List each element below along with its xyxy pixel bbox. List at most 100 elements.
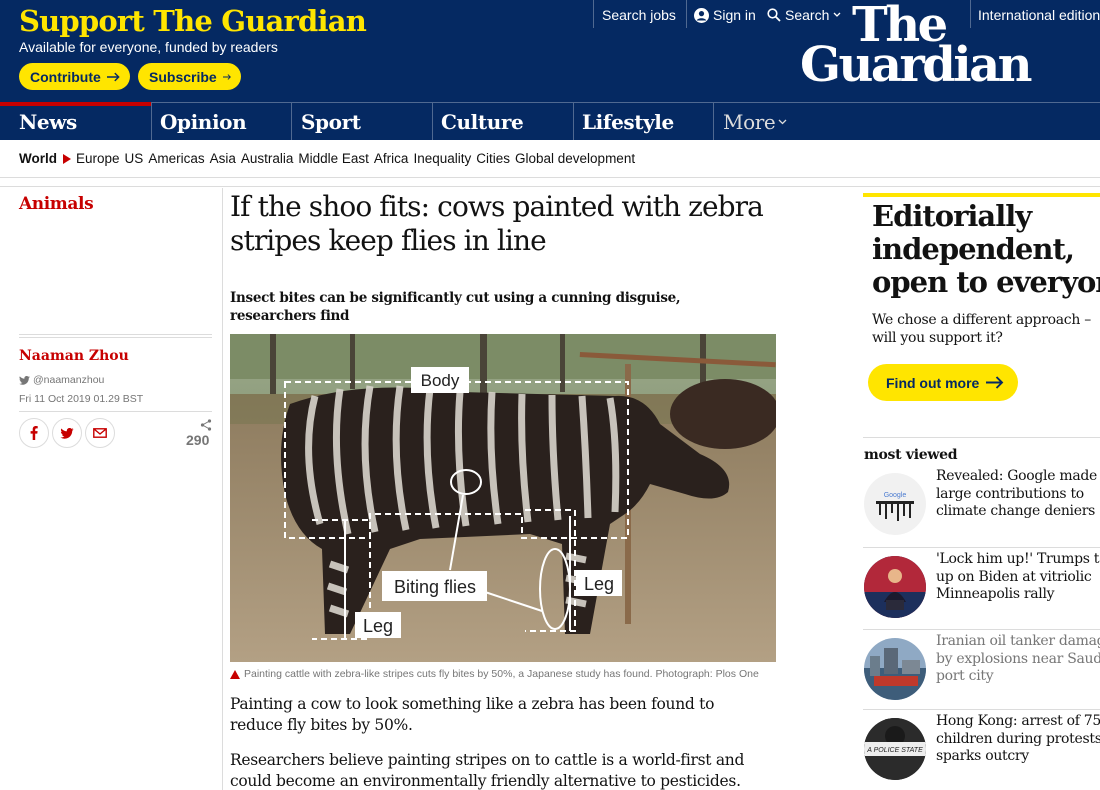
subnav-arrow-icon xyxy=(63,153,71,164)
header: Support The Guardian Available for every… xyxy=(0,0,1100,102)
subnav-item-inequality[interactable]: Inequality xyxy=(413,151,471,166)
twitter-icon xyxy=(19,375,30,385)
most-viewed-thumbnail: A POLICE STATE xyxy=(864,718,926,780)
email-icon xyxy=(93,428,107,438)
protest-sign-text: A POLICE STATE xyxy=(866,747,923,754)
edition-selector[interactable]: International edition xyxy=(978,0,1100,30)
image-caption: Painting cattle with zebra-like stripes … xyxy=(230,668,759,680)
label-leg-right: Leg xyxy=(584,574,614,594)
headline-line: 'Lock him up!' Trumps takes xyxy=(936,551,1100,567)
headline-line: Minneapolis rally xyxy=(936,586,1055,602)
subnav-item-us[interactable]: US xyxy=(125,151,144,166)
share-twitter-button[interactable] xyxy=(52,418,82,448)
pillar-divider xyxy=(151,103,152,140)
headline-line: children during protests xyxy=(936,730,1100,747)
search-label: Search xyxy=(785,7,830,23)
find-out-more-button[interactable]: Find out more xyxy=(868,364,1018,401)
sign-in-link[interactable]: Sign in xyxy=(694,0,756,30)
label-leg-left: Leg xyxy=(363,616,393,636)
headline-line: sparks outcry xyxy=(936,748,1029,764)
pillar-divider xyxy=(291,103,292,140)
zebra-cow-photo: Body Biting flies Leg Leg xyxy=(230,334,776,662)
content-divider xyxy=(0,186,1100,187)
pillar-opinion[interactable]: Opinion xyxy=(160,103,247,140)
most-viewed-item[interactable]: Iranian oil tanker damaged by explosions… xyxy=(863,629,1100,709)
headline-line: large contributions to xyxy=(936,485,1084,502)
share-facebook-button[interactable] xyxy=(19,418,49,448)
pillar-nav: News Opinion Sport Culture Lifestyle Mor… xyxy=(0,102,1100,140)
pillar-sport[interactable]: Sport xyxy=(301,103,361,140)
chevron-down-icon xyxy=(833,12,841,17)
subnav-current[interactable]: World xyxy=(19,151,57,166)
arrow-right-icon xyxy=(222,73,231,80)
facebook-icon xyxy=(30,426,38,440)
subnav-item-europe[interactable]: Europe xyxy=(76,151,120,166)
subscribe-button[interactable]: Subscribe xyxy=(138,63,241,90)
subnav-item-australia[interactable]: Australia xyxy=(241,151,294,166)
pillar-lifestyle[interactable]: Lifestyle xyxy=(582,103,674,140)
most-viewed-headline: 'Lock him up!' Trumps takes up on Biden … xyxy=(936,551,1100,604)
subnav-item-cities[interactable]: Cities xyxy=(476,151,510,166)
promo-title: Editorially independent, open to everyon… xyxy=(872,200,1100,299)
article-paragraph: Painting a cow to look something like a … xyxy=(230,695,715,734)
subscribe-label: Subscribe xyxy=(149,68,217,85)
nav-divider xyxy=(686,0,687,28)
most-viewed-headline: Revealed: Google made large contribution… xyxy=(936,468,1100,521)
subnav-item-global-development[interactable]: Global development xyxy=(515,151,635,166)
share-email-button[interactable] xyxy=(85,418,115,448)
twitter-icon xyxy=(60,427,74,439)
subnav-item-asia[interactable]: Asia xyxy=(210,151,236,166)
most-viewed-thumbnail xyxy=(864,638,926,700)
publish-date: Fri 11 Oct 2019 01.29 BST xyxy=(19,393,144,405)
nav-divider xyxy=(593,0,594,28)
article-standfirst: Insect bites can be significantly cut us… xyxy=(230,290,681,324)
pillar-more[interactable]: More xyxy=(723,103,787,140)
caption-triangle-icon xyxy=(230,669,240,679)
article-paragraph: Researchers believe painting stripes on … xyxy=(230,751,745,790)
nav-divider xyxy=(970,0,971,28)
promo-title-line: open to everyone xyxy=(872,265,1100,299)
pillar-divider xyxy=(713,103,714,140)
most-viewed-title: most viewed xyxy=(864,447,958,463)
caption-text: Painting cattle with zebra-like stripes … xyxy=(244,668,759,680)
search-jobs-link[interactable]: Search jobs xyxy=(602,0,676,30)
find-out-more-label: Find out more xyxy=(886,374,980,391)
user-icon xyxy=(694,7,709,23)
promo-title-line: independent, xyxy=(872,232,1075,266)
pillar-more-label: More xyxy=(723,109,776,134)
support-title: Support The Guardian xyxy=(19,4,367,38)
most-viewed-thumbnail: Google xyxy=(864,473,926,535)
most-viewed-headline: Hong Kong: arrest of 750 children during… xyxy=(936,713,1100,766)
search-icon xyxy=(767,8,781,22)
headline-line: up on Biden at vitriolic xyxy=(936,568,1092,585)
promo-accent-bar xyxy=(863,193,1100,197)
promo-title-line: Editorially xyxy=(872,199,1032,233)
subnav-item-africa[interactable]: Africa xyxy=(374,151,409,166)
pillar-news[interactable]: News xyxy=(19,103,77,140)
most-viewed-item[interactable]: A POLICE STATE Hong Kong: arrest of 750 … xyxy=(863,709,1100,790)
most-viewed-item[interactable]: 'Lock him up!' Trumps takes up on Biden … xyxy=(863,547,1100,629)
contribute-button[interactable]: Contribute xyxy=(19,63,130,90)
meta-divider xyxy=(19,411,212,412)
section-label[interactable]: Animals xyxy=(19,194,94,214)
logo-word-guardian: Guardian xyxy=(800,37,1033,93)
most-viewed-divider xyxy=(863,437,1100,438)
subnav-item-americas[interactable]: Americas xyxy=(148,151,204,166)
promo-text: We chose a different approach – will you… xyxy=(872,312,1091,346)
headline-line: by explosions near Saudi xyxy=(936,650,1100,667)
headline-line: Revealed: Google made xyxy=(936,468,1098,484)
subnav-item-middle-east[interactable]: Middle East xyxy=(298,151,369,166)
subnav: World Europe US Americas Asia Australia … xyxy=(0,140,1100,178)
search-link[interactable]: Search xyxy=(767,0,841,30)
sign-in-label: Sign in xyxy=(713,7,756,23)
pillar-culture[interactable]: Culture xyxy=(441,103,524,140)
headline-line: port city xyxy=(936,668,994,684)
contribute-label: Contribute xyxy=(30,68,101,85)
article-headline: If the shoo fits: cows painted with zebr… xyxy=(230,190,764,257)
most-viewed-item[interactable]: Google Revealed: Google made large contr… xyxy=(863,465,1100,547)
author-twitter[interactable]: @naamanzhou xyxy=(19,374,104,386)
article-main-image[interactable]: Body Biting flies Leg Leg xyxy=(230,334,776,662)
author-name[interactable]: Naaman Zhou xyxy=(19,348,129,364)
headline-line: Hong Kong: arrest of 750 xyxy=(936,713,1100,729)
label-biting-flies: Biting flies xyxy=(394,577,476,597)
